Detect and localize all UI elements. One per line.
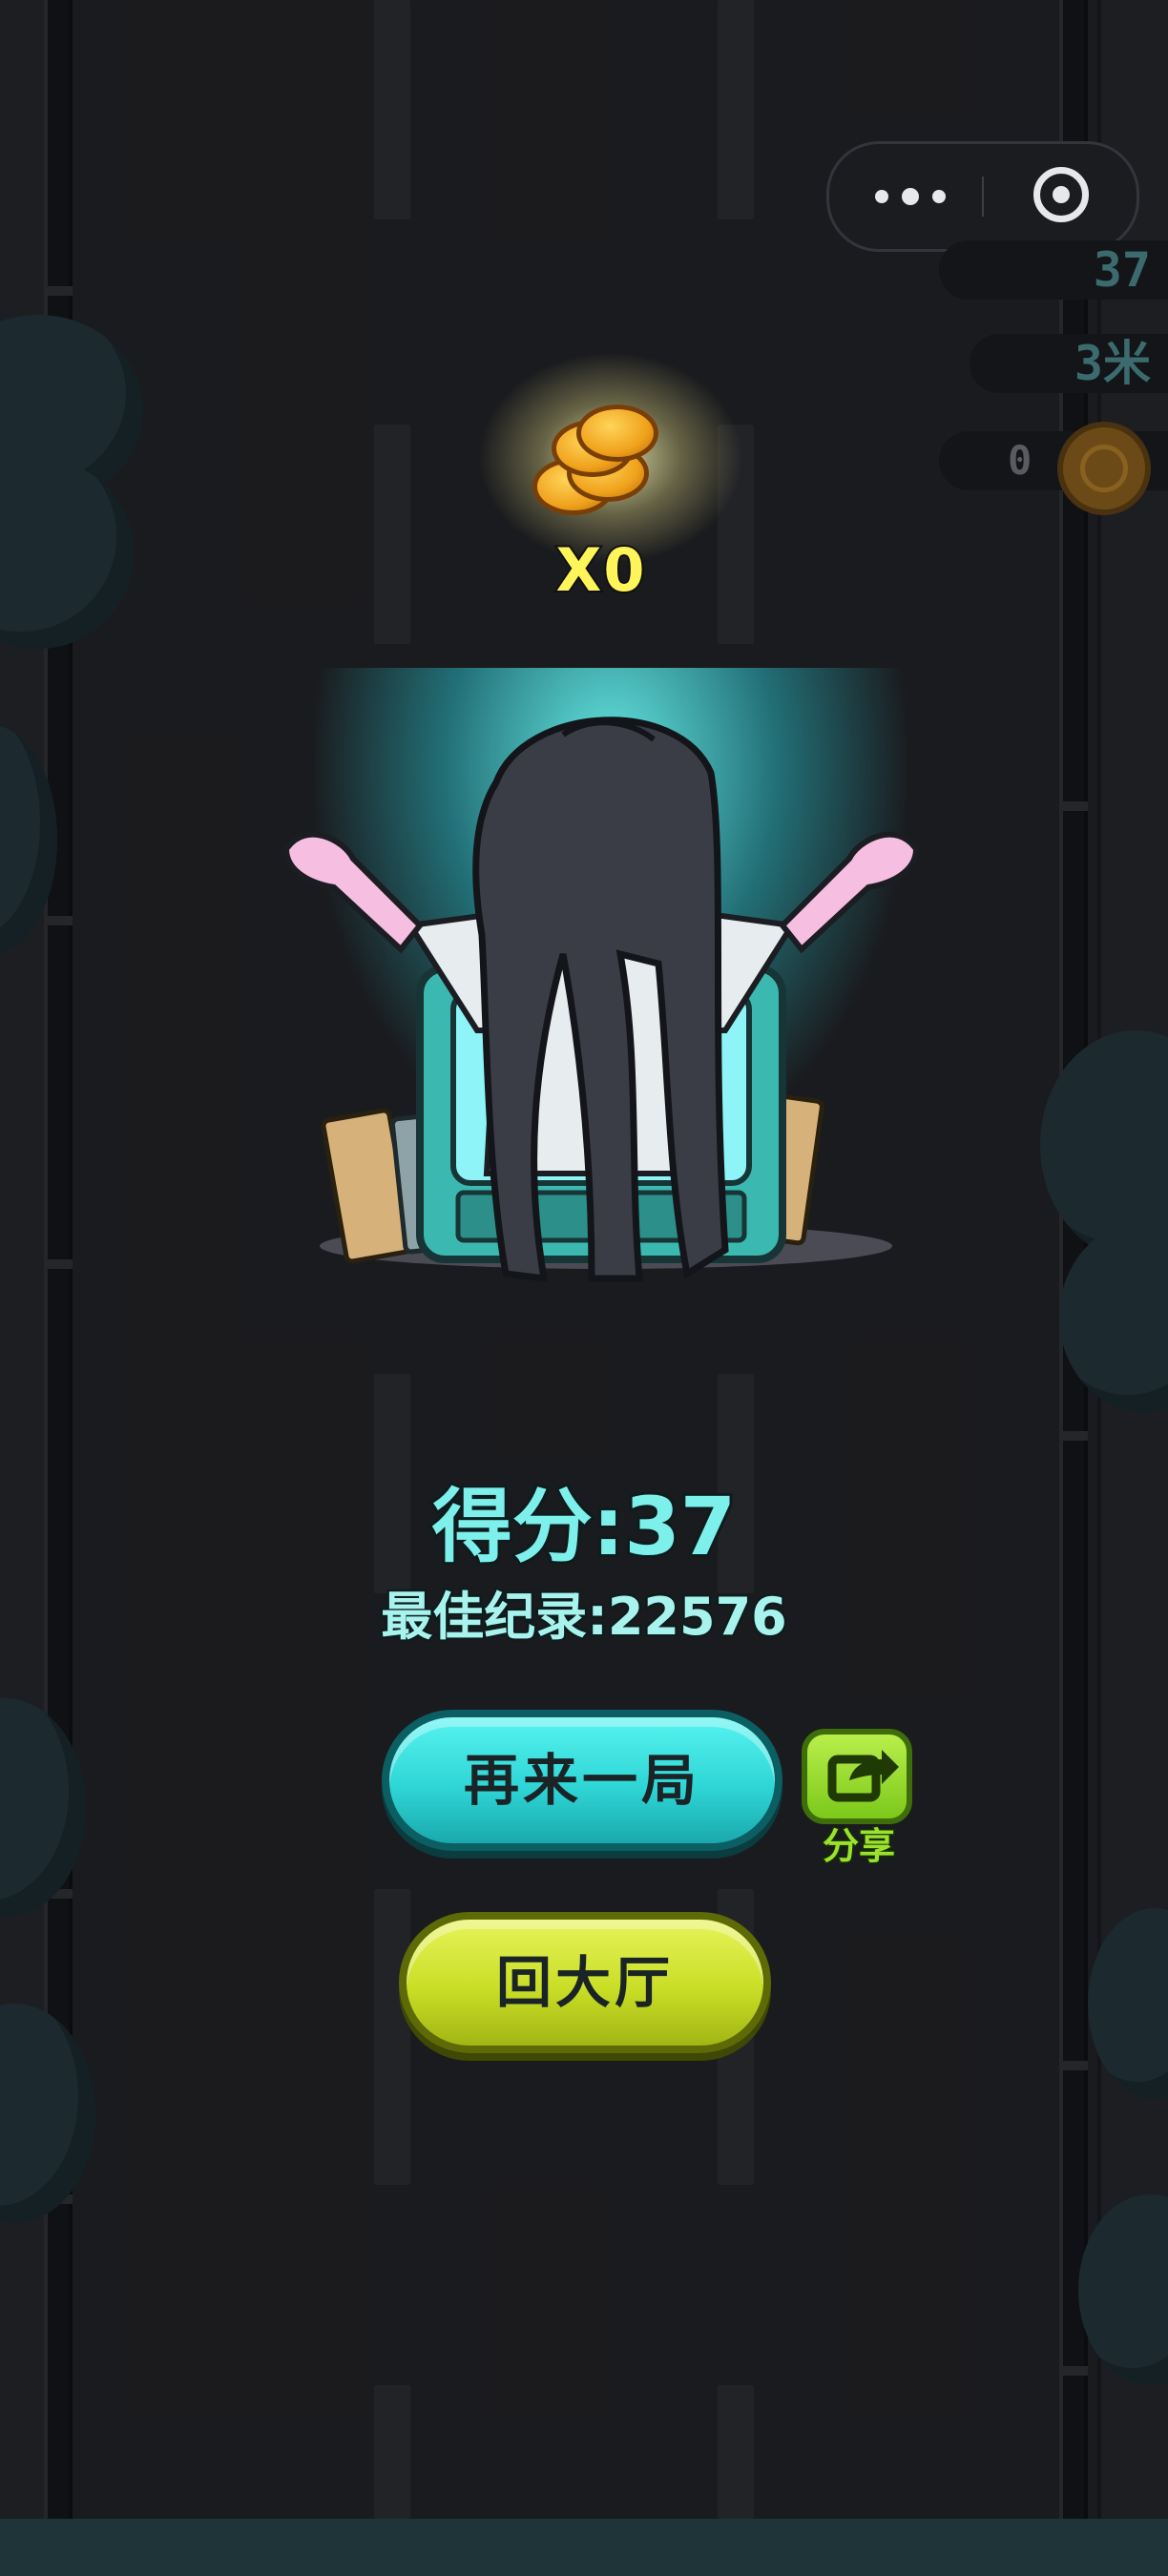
hud-coin-count: 0 bbox=[1008, 437, 1032, 484]
ghost-character-illustration bbox=[282, 717, 920, 1283]
coin-icon bbox=[1057, 422, 1151, 515]
gold-coins-icon bbox=[523, 401, 658, 525]
coin-reward-count: X0 bbox=[554, 534, 647, 607]
share-icon bbox=[802, 1729, 912, 1824]
best-record: 最佳纪录:22576 bbox=[379, 1585, 789, 1650]
hud-score: 37 bbox=[939, 240, 1168, 300]
share-label: 分享 bbox=[821, 1824, 896, 1869]
share-button[interactable]: 分享 bbox=[802, 1729, 916, 1869]
back-to-lobby-button[interactable]: 回大厅 bbox=[399, 1912, 771, 2053]
bottom-strip bbox=[0, 2519, 1168, 2576]
capsule-divider bbox=[982, 177, 984, 217]
play-again-button[interactable]: 再来一局 bbox=[382, 1710, 782, 1851]
score-result: 得分:37 bbox=[429, 1477, 740, 1576]
hud-distance: 3米 bbox=[970, 334, 1168, 393]
hud-coins: 0 bbox=[939, 422, 1168, 515]
mini-program-capsule bbox=[826, 141, 1139, 252]
more-dots-icon[interactable] bbox=[875, 188, 951, 207]
target-close-icon[interactable] bbox=[1033, 167, 1089, 222]
